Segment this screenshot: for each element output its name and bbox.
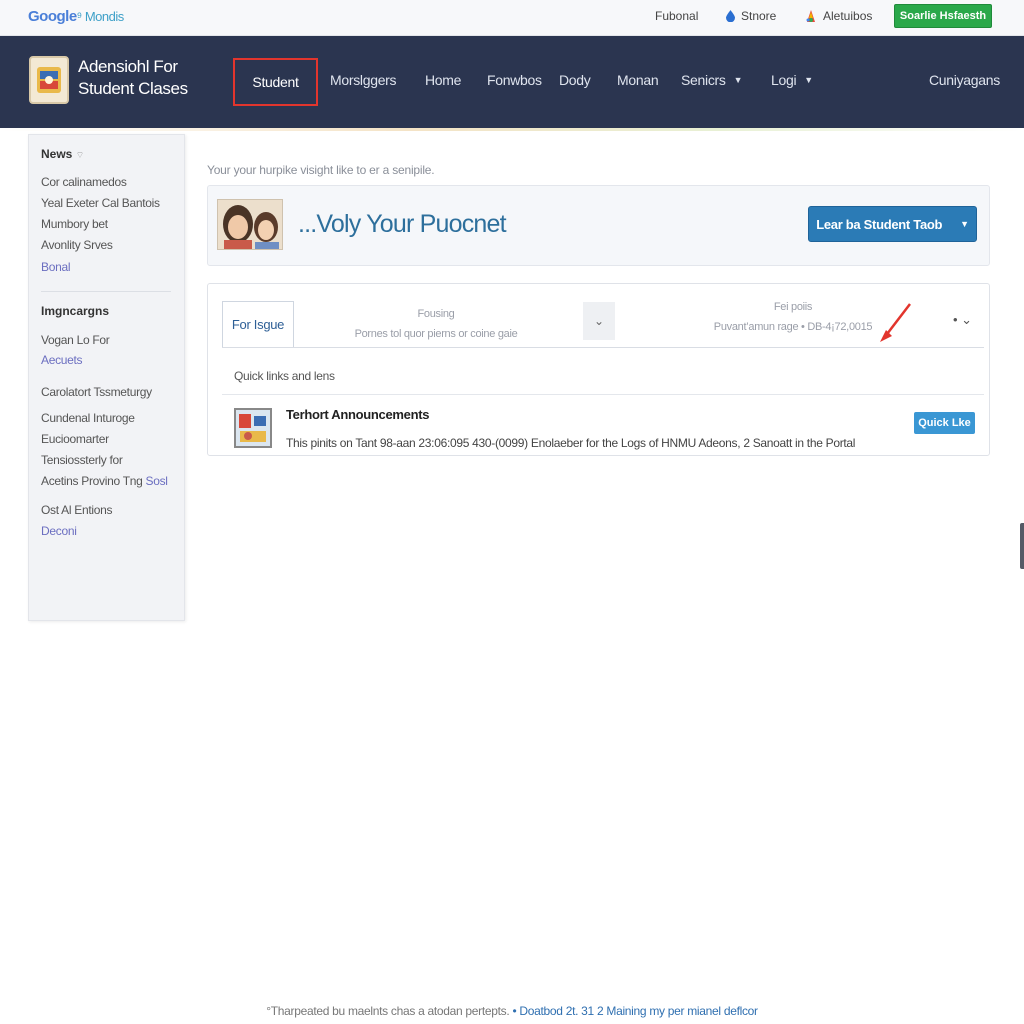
tab-overflow-chevron-icon[interactable]: • ⌄ — [953, 312, 972, 328]
hero-button-label: Lear ba Student Taob — [816, 216, 943, 232]
utility-link-aletuibos[interactable]: Aletuibos — [805, 9, 872, 23]
chevron-down-icon: ▼ — [804, 75, 813, 85]
chevron-down-icon: ▼ — [960, 219, 969, 229]
sidebar-item[interactable]: Eucioomarter — [41, 432, 109, 446]
nav-item-monan[interactable]: Monan — [617, 72, 659, 88]
hero-banner: ...Voly Your Puocnet Lear ba Student Tao… — [207, 185, 990, 266]
nav-item-morslggers[interactable]: Morslggers — [330, 72, 397, 88]
intro-text: Your your hurpike visight like to er a s… — [207, 163, 435, 177]
chevron-down-icon: ▼ — [733, 75, 743, 85]
utility-link-label: Aletuibos — [823, 9, 873, 23]
sidebar-news-link[interactable]: Bonal — [41, 260, 71, 274]
sidebar-news-item[interactable]: Mumbory bet — [41, 217, 108, 231]
student-tab-button[interactable]: Lear ba Student Taob ▼ — [808, 206, 977, 242]
nav-item-student-active[interactable]: Student — [233, 58, 318, 106]
quick-links-label: Quick links and lens — [234, 369, 335, 383]
nav-item-logi[interactable]: Logi ▼ — [771, 72, 813, 88]
sidebar-item[interactable]: Tensiossterly for — [41, 453, 123, 467]
nav-item-senicrs[interactable]: Senicrs ▼ — [681, 72, 742, 88]
footer-link[interactable]: • Doatbod 2t. 31 2 Maining my per mianel… — [512, 1004, 758, 1018]
nav-item-dody[interactable]: Dody — [559, 72, 591, 88]
row-divider — [222, 394, 984, 395]
hero-title: ...Voly Your Puocnet — [298, 210, 507, 238]
sidebar-item-with-link[interactable]: Acetins Provino Tng Sosl — [41, 474, 168, 488]
nav-label: Fonwbos — [487, 72, 542, 88]
utility-link-fubonal[interactable]: Fubonal — [655, 9, 698, 23]
tab-column-title: Fei poiis — [773, 301, 813, 313]
colorful-apps-icon — [806, 10, 815, 22]
main-navbar: Adensiohl For Student Clases Morslggers … — [0, 36, 1024, 131]
announcement-body: This pinits on Tant 98-aan 23:06:095 430… — [286, 436, 856, 450]
nav-label: Morslggers — [330, 72, 397, 88]
sidebar-item[interactable]: Ost Al Entions — [41, 503, 112, 517]
chevron-down-icon: ⌄ — [593, 314, 605, 328]
sidebar-item-label: Acetins Provino Tng — [41, 474, 143, 488]
sidebar: News ⌔ Cor calinamedos Yeal Exeter Cal B… — [28, 134, 185, 621]
sidebar-item[interactable]: Vogan Lo For — [41, 333, 110, 347]
sidebar-divider — [41, 291, 171, 292]
sidebar-inline-link[interactable]: Sosl — [146, 474, 168, 488]
rss-icon: ⌔ — [75, 150, 85, 160]
nav-label: Home — [425, 72, 462, 88]
logo-primary-text: Google — [28, 8, 77, 25]
footer: °Tharpeated bu maelnts chas a atodan per… — [0, 1004, 1024, 1018]
utility-bar: Google⁹ Mondis Fubonal Stnore Aletuibos … — [0, 0, 1024, 36]
nav-label: Logi — [771, 72, 797, 88]
nav-item-fonwbos[interactable]: Fonwbos — [487, 72, 542, 88]
sidebar-news-item[interactable]: Yeal Exeter Cal Bantois — [41, 196, 160, 210]
tab-active[interactable]: For Isgue — [222, 301, 294, 347]
sidebar-heading-label: News — [41, 147, 73, 161]
logo-secondary-text: ⁹ Mondis — [76, 9, 125, 24]
sidebar-item[interactable]: Cundenal Inturoge — [41, 411, 135, 425]
tab-column-3[interactable]: Fei poiis Puvant’amun rage • DB-4¡72,001… — [698, 297, 888, 337]
sidebar-news-item[interactable]: Avonlity Srves — [41, 238, 113, 252]
utility-link-stnore[interactable]: Stnore — [726, 9, 776, 23]
red-arrow-annotation-icon — [880, 303, 911, 342]
sidebar-link[interactable]: Aecuets — [41, 353, 83, 367]
tab-column-2[interactable]: Fousing Pornes tol quor pierns or coine … — [336, 304, 536, 344]
announcement-title[interactable]: Terhort Announcements — [286, 407, 430, 422]
nav-label: Cuniyagans — [929, 72, 1000, 88]
sidebar-item[interactable]: Carolatort Tssmeturgy — [41, 385, 152, 399]
top-cta-button[interactable]: Soarlie Hsfaesth — [894, 4, 992, 28]
sidebar-heading-section2: Imgncargns — [41, 304, 110, 318]
announcement-thumbnail — [234, 408, 272, 448]
content-panel: For Isgue Fousing Pornes tol quor pierns… — [207, 283, 990, 456]
sidebar-link[interactable]: Deconi — [41, 524, 77, 538]
water-drop-icon — [726, 10, 735, 22]
utility-link-label: Fubonal — [655, 9, 699, 23]
brand-name[interactable]: Adensiohl For Student Clases — [78, 56, 208, 100]
footer-text: °Tharpeated bu maelnts chas a atodan per… — [266, 1004, 510, 1018]
nav-item-home[interactable]: Home — [425, 72, 461, 88]
site-logo[interactable]: Google⁹ Mondis — [28, 8, 124, 25]
tab-divider — [222, 347, 984, 348]
nav-label: Dody — [559, 72, 591, 88]
tab-column-title: Fousing — [417, 308, 455, 320]
students-photo — [217, 199, 283, 250]
quick-link-button[interactable]: Quick Lke — [914, 412, 975, 434]
school-crest-icon[interactable] — [29, 56, 69, 104]
scrollbar-thumb[interactable] — [1020, 523, 1024, 569]
nav-label: Monan — [617, 72, 659, 88]
nav-item-cuniyagans[interactable]: Cuniyagans — [929, 72, 1000, 88]
tab-column-subtitle: Pornes tol quor pierns or coine gaie — [354, 328, 518, 340]
tab-column-subtitle: Puvant’amun rage • DB-4¡72,0015 — [713, 321, 873, 333]
tab-dropdown-toggle[interactable]: ⌄ — [583, 302, 615, 340]
sidebar-heading-news: News ⌔ — [41, 147, 84, 161]
sidebar-news-item[interactable]: Cor calinamedos — [41, 175, 127, 189]
nav-label: Senicrs — [681, 72, 726, 88]
utility-link-label: Stnore — [741, 9, 777, 23]
